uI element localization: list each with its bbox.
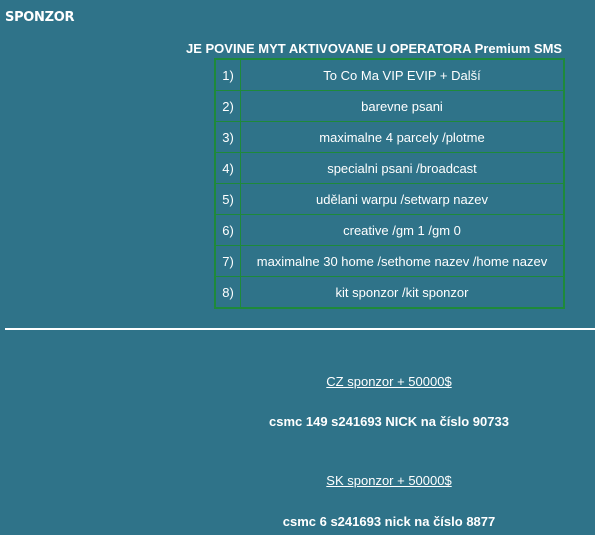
perk-text: udělani warpu /setwarp nazev [240, 183, 565, 215]
perk-text: maximalne 30 home /sethome nazev /home n… [240, 245, 565, 277]
perk-text: specialni psani /broadcast [240, 152, 565, 184]
perk-number: 7) [214, 245, 241, 277]
cz-sms-instruction: csmc 149 s241693 NICK na číslo 90733 [269, 414, 509, 429]
perk-number: 1) [214, 58, 241, 91]
perk-text: maximalne 4 parcely /plotme [240, 121, 565, 153]
section-divider [5, 328, 595, 330]
sk-sms-instruction: csmc 6 s241693 nick na číslo 8877 [282, 514, 496, 529]
perk-number: 5) [214, 183, 241, 215]
table-row: 4) specialni psani /broadcast [214, 152, 565, 184]
perk-text: To Co Ma VIP EVIP + Další [240, 58, 565, 91]
page-heading: SPONZOR [5, 10, 75, 25]
cz-sponzor-link[interactable]: CZ sponzor + 50000$ [0, 374, 595, 389]
table-row: 8) kit sponzor /kit sponzor [214, 276, 565, 309]
table-row: 1) To Co Ma VIP EVIP + Další [214, 58, 565, 91]
table-row: 6) creative /gm 1 /gm 0 [214, 214, 565, 246]
perk-number: 3) [214, 121, 241, 153]
perk-number: 4) [214, 152, 241, 184]
operator-notice: JE POVINE MYT AKTIVOVANE U OPERATORA Pre… [186, 41, 563, 56]
sk-sponzor-link[interactable]: SK sponzor + 50000$ [0, 473, 595, 488]
table-row: 5) udělani warpu /setwarp nazev [214, 183, 565, 215]
perks-table: 1) To Co Ma VIP EVIP + Další 2) barevne … [214, 58, 565, 309]
perk-number: 2) [214, 90, 241, 122]
perk-number: 6) [214, 214, 241, 246]
table-row: 2) barevne psani [214, 90, 565, 122]
table-row: 7) maximalne 30 home /sethome nazev /hom… [214, 245, 565, 277]
perk-number: 8) [214, 276, 241, 309]
table-row: 3) maximalne 4 parcely /plotme [214, 121, 565, 153]
perk-text: kit sponzor /kit sponzor [240, 276, 565, 309]
perk-text: creative /gm 1 /gm 0 [240, 214, 565, 246]
perk-text: barevne psani [240, 90, 565, 122]
